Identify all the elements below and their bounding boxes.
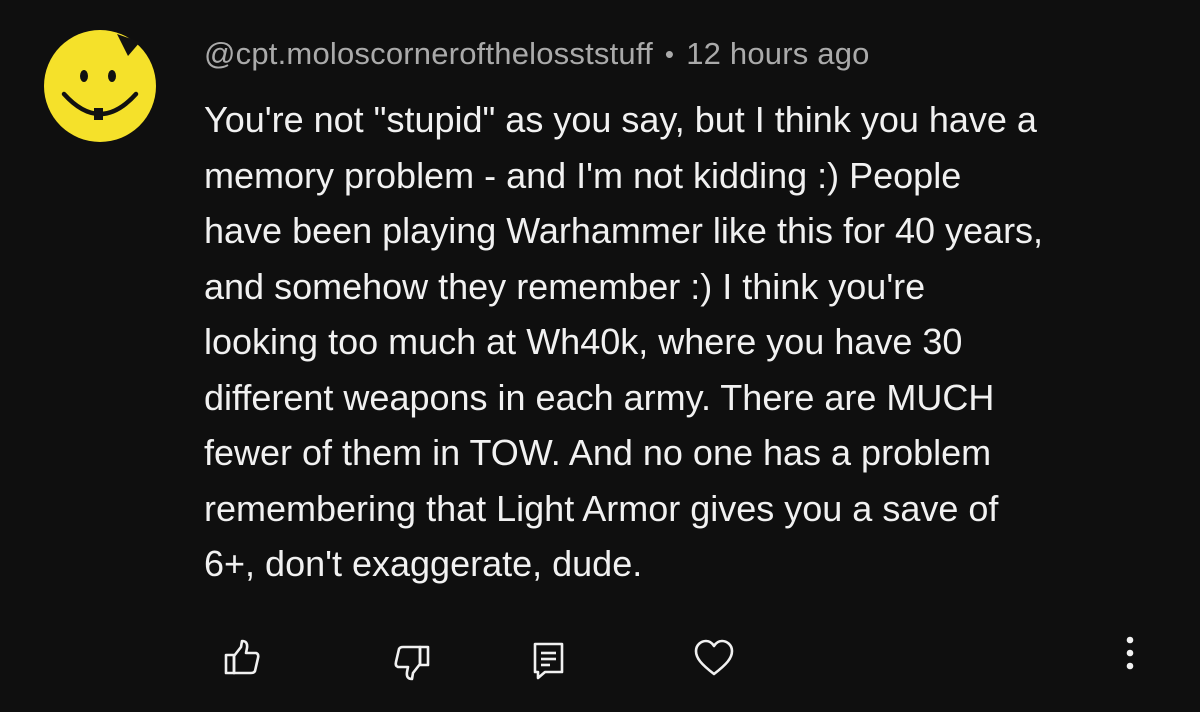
comment-line: remembering that Light Armor gives you a… [204, 487, 999, 529]
meta-separator: • [664, 38, 675, 69]
comment-line: looking too much at Wh40k, where you hav… [204, 321, 963, 362]
like-icon [224, 639, 260, 675]
timestamp[interactable]: 12 hours ago [686, 36, 869, 72]
comment-line: You're not "stupid" as you say, but I th… [204, 99, 1037, 140]
more-vertical-icon [1126, 636, 1134, 670]
comment-actions [0, 626, 1200, 690]
dislike-icon [394, 645, 430, 681]
comment-body: You're not "stupid" as you say, but I th… [204, 92, 1164, 592]
comment-line: 6+, don't exaggerate, dude. [204, 543, 643, 584]
comment-line: different weapons in each army. There ar… [204, 376, 995, 418]
comment-line: memory problem - and I'm not kidding :) … [204, 154, 962, 196]
comment-line: fewer of them in TOW. And no one has a p… [204, 432, 992, 473]
dislike-button[interactable] [388, 638, 436, 686]
more-options-button[interactable] [1106, 628, 1154, 676]
heart-icon [694, 639, 734, 676]
reply-icon [533, 642, 564, 680]
author-handle[interactable]: @cpt.moloscornerofthelosststuff [204, 36, 653, 72]
reply-button[interactable] [524, 636, 572, 684]
comment-line: and somehow they remember :) I think you… [204, 265, 926, 307]
comment-meta: @cpt.moloscornerofthelosststuff • 12 hou… [204, 30, 870, 78]
like-button[interactable] [218, 634, 266, 682]
comment: @cpt.moloscornerofthelosststuff • 12 hou… [0, 0, 1200, 712]
avatar[interactable] [44, 30, 156, 142]
heart-button[interactable] [690, 634, 738, 682]
comment-line: have been playing Warhammer like this fo… [204, 210, 1044, 251]
smiley-face-icon [44, 30, 156, 142]
